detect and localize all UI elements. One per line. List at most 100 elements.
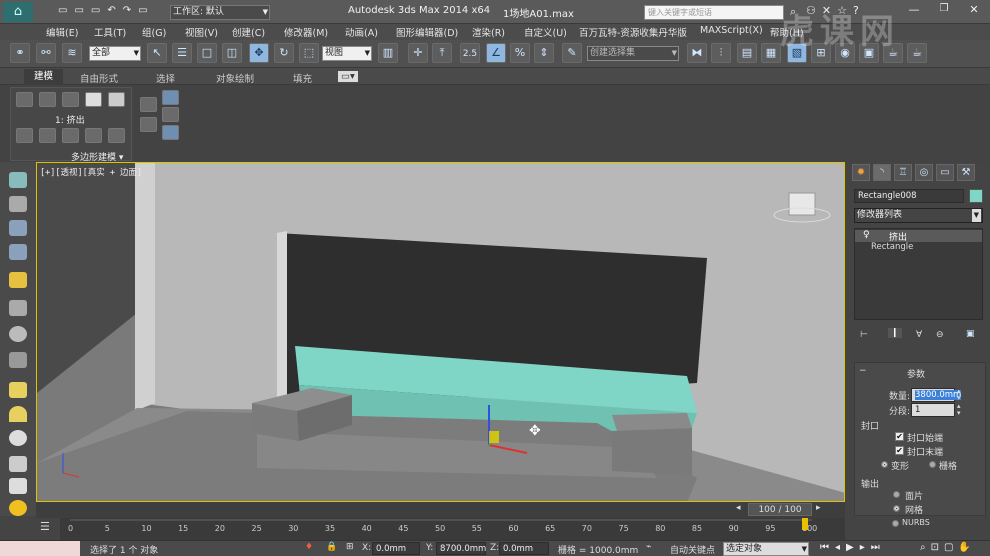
modifier-list-dropdown[interactable]: 修改器列表 ▼ [854,208,983,223]
remove-modifier-icon[interactable]: ⊖ [936,330,944,340]
select-by-name-icon[interactable]: ☰ [172,43,192,63]
menu-animation[interactable]: 动画(A) [345,25,378,39]
object-name-field[interactable]: Rectangle008 [854,189,964,203]
element-icon[interactable] [108,92,125,107]
utilities-tab-icon[interactable]: ⚒ [957,164,975,181]
stack-prev-icon[interactable] [16,128,33,143]
tab-selection[interactable]: 选择 [156,71,175,85]
graphite-toggle-icon[interactable]: ▦ [761,43,781,63]
select-move-icon[interactable]: ✥ [249,43,269,63]
snaps-toggle-icon[interactable]: 2.5 [460,43,480,63]
maxscript-listener[interactable] [0,541,80,556]
rollout-title[interactable]: 参数 [907,367,925,380]
select-scale-icon[interactable]: ⬚ [299,43,319,63]
display-tab-icon[interactable]: ▭ [936,164,954,181]
menu-edit[interactable]: 编辑(E) [46,25,78,39]
tab-freeform[interactable]: 自由形式 [80,71,118,85]
selection-filter-dropdown[interactable]: 全部 ▼ [89,46,141,61]
torus-icon[interactable] [9,430,27,446]
timeline-left-icon[interactable]: ☰ [40,520,50,533]
rollout-minus-icon[interactable]: − [859,366,867,376]
teapot-icon[interactable] [9,172,27,188]
time-slider-thumb[interactable]: 100 / 100 [748,503,812,516]
patch-radio[interactable] [893,491,900,498]
link-icon[interactable]: ⚭ [10,43,30,63]
edge-icon[interactable] [39,92,56,107]
camera-icon[interactable] [9,352,27,368]
slider-prev-icon[interactable]: ◂ [736,503,741,513]
playback-controls[interactable]: ⏮◂▶▸⏭ [820,542,886,553]
stack-next-icon[interactable] [39,128,56,143]
z-coordinate-field[interactable]: 0.0mm [499,542,549,555]
align-icon[interactable]: ⫶ [711,43,731,63]
layer-manager-icon[interactable]: ▤ [737,43,757,63]
light-bulb-icon[interactable]: ♀ [863,230,870,240]
key-mode-dropdown[interactable]: 选定对象 ▼ [723,542,809,556]
time-tag-icon[interactable]: ⌁ [646,542,651,552]
workspace-dropdown[interactable]: 工作区: 默认 ▼ [170,5,270,20]
restore-button[interactable]: ❐ [930,3,958,19]
ribbon-options-icon[interactable]: ▭▾ [338,71,358,82]
menu-graph-editors[interactable]: 图形编辑器(D) [396,25,458,39]
select-rotate-icon[interactable]: ↻ [274,43,294,63]
menu-modifiers[interactable]: 修改器(M) [284,25,328,39]
helper-icon[interactable] [9,300,27,316]
configure-sets-icon[interactable]: ▣ [966,329,975,339]
ribbon-side-icon-4[interactable] [162,107,179,122]
tab-populate[interactable]: 填充 [293,71,312,85]
menu-plugin[interactable]: 百万瓦特-资源收集丹华版 [579,25,687,39]
pot-icon[interactable] [9,456,27,472]
close-button[interactable]: ✕ [960,3,988,19]
grid-icon[interactable] [9,244,27,260]
sphere-icon[interactable] [9,326,27,342]
vertex-icon[interactable] [16,92,33,107]
stack-show-icon[interactable] [85,128,102,143]
cone-icon[interactable] [9,478,27,494]
cap-start-checkbox[interactable]: ✔ [895,432,904,441]
stack-item-extrude[interactable]: ♀ 挤出 [855,230,982,243]
object-color-swatch[interactable] [969,189,983,203]
mirror-icon[interactable]: ⧓ [687,43,707,63]
motion-tab-icon[interactable]: ◎ [915,164,933,181]
rect-selection-icon[interactable]: □ [197,43,217,63]
render-icon[interactable]: ☕ [907,43,927,63]
percent-snap-icon[interactable]: % [510,43,530,63]
bind-spacewarp-icon[interactable]: ≋ [62,43,82,63]
create-tab-icon[interactable]: ✹ [852,164,870,181]
menu-maxscript[interactable]: MAXScript(X) [700,25,763,36]
show-end-result-icon[interactable]: ❙ [888,328,902,338]
reference-coord-dropdown[interactable]: 视图 ▼ [322,46,372,61]
segments-spinner[interactable]: ▴ ▾ [957,403,961,417]
polygon-icon[interactable] [85,92,102,107]
app-logo[interactable]: ⌂ [3,2,33,22]
list-icon[interactable] [9,220,27,236]
modify-tab-icon[interactable]: ◝ [873,164,891,181]
x-coordinate-field[interactable]: 0.0mm [372,542,420,555]
amount-spinner[interactable]: ▴ ▾ [957,388,961,402]
pivot-center-icon[interactable]: ▥ [378,43,398,63]
light-icon[interactable] [9,272,27,288]
tab-object-paint[interactable]: 对象绘制 [216,71,254,85]
make-unique-icon[interactable]: ∀ [916,330,922,340]
keyboard-shortcut-icon[interactable]: ⤒ [432,43,452,63]
auto-key-button[interactable]: 自动关键点 [670,543,715,556]
ribbon-side-icon-2[interactable] [162,90,179,105]
lock-icon[interactable]: 🔒 [326,542,337,552]
menu-rendering[interactable]: 渲染(R) [472,25,505,39]
stack-remove-icon[interactable] [108,128,125,143]
hemisphere-icon[interactable] [9,406,27,422]
grid-radio[interactable] [929,461,936,468]
ribbon-side-icon-5[interactable] [162,125,179,140]
border-icon[interactable] [62,92,79,107]
minimize-button[interactable]: — [900,3,928,19]
transform-mode-icon[interactable]: ⊞ [346,542,354,552]
edit-named-sets-icon[interactable]: ✎ [562,43,582,63]
angle-snap-icon[interactable]: ∠ [486,43,506,63]
ribbon-side-icon-1[interactable] [140,97,157,112]
box-icon[interactable] [9,382,27,398]
perspective-viewport[interactable]: [+][透视][真实 + 边面] ✥ [36,162,845,502]
stack-item-rectangle[interactable]: Rectangle [871,242,913,252]
timeline[interactable]: 0 5 10 15 20 25 30 35 40 45 50 55 60 65 70 75 80 85 90 95 10… [60,518,845,540]
menu-create[interactable]: 创建(C) [232,25,265,39]
menu-view[interactable]: 视图(V) [185,25,218,39]
